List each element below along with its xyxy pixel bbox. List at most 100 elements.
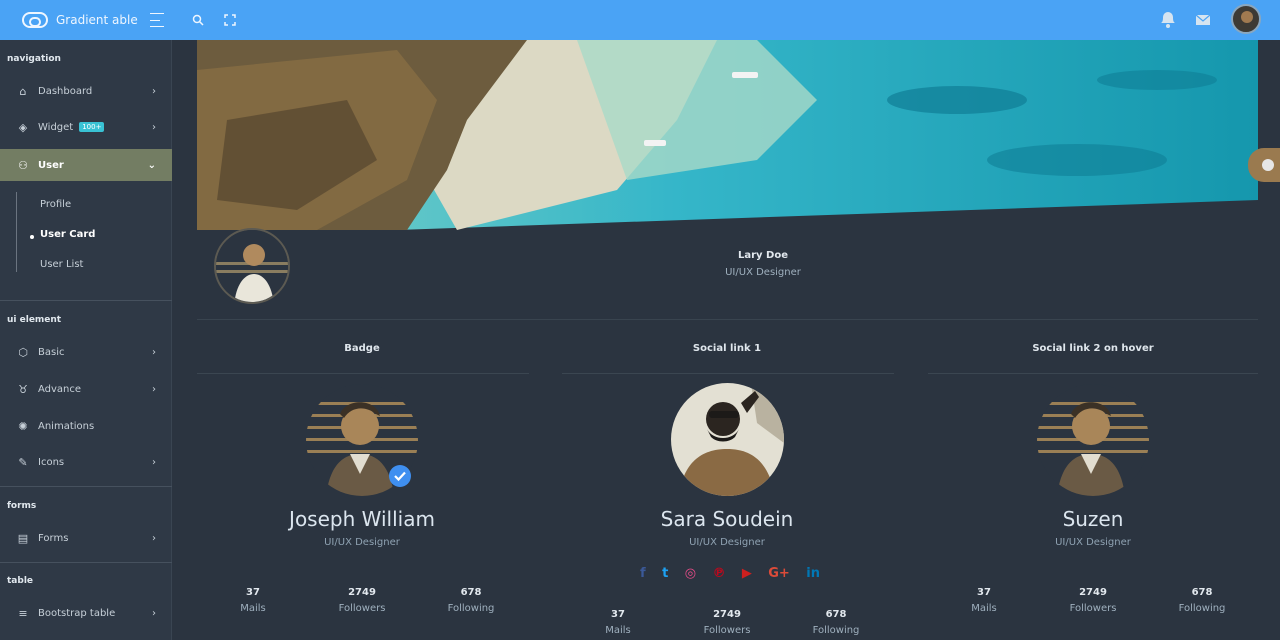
card-role: UI/UX Designer (689, 537, 765, 548)
chevron-right-icon: › (152, 383, 156, 395)
sidebar-item-label: Bootstrap table (38, 607, 116, 619)
card-title-social-link-2: Social link 2 on hover (1032, 343, 1154, 354)
stat-following: 678 Following (1157, 587, 1247, 614)
stat-label: Mails (240, 603, 266, 614)
chevron-right-icon: › (152, 121, 156, 133)
stat-label: Mails (605, 625, 631, 636)
stat-mails: 37 Mails (208, 587, 298, 614)
stat-mails: 37 Mails (939, 587, 1029, 614)
stat-followers: 2749 Followers (1048, 587, 1138, 614)
nav-caption-forms: forms (7, 501, 37, 511)
sidebar: navigation ⌂ Dashboard › ◈ Widget 100+ ›… (0, 40, 172, 640)
gitlab-icon: ♉ (18, 382, 28, 396)
nav-caption-navigation: navigation (7, 54, 61, 64)
chevron-right-icon: › (152, 607, 156, 619)
stat-followers: 2749 Followers (317, 587, 407, 614)
chevron-right-icon: › (152, 346, 156, 358)
stat-label: Following (812, 625, 860, 636)
profile-role: UI/UX Designer (725, 267, 801, 278)
bell-icon[interactable] (1158, 10, 1178, 30)
sidebar-item-user[interactable]: ⚇ User ⌄ (0, 149, 172, 181)
stat-label: Followers (338, 603, 386, 614)
profile-photo (216, 230, 288, 302)
mail-icon[interactable] (1194, 10, 1214, 30)
stat-value: 2749 (348, 587, 376, 598)
sidebar-item-label: Advance (38, 383, 82, 395)
sidebar-item-label: Animations (38, 420, 95, 432)
stat-label: Following (447, 603, 495, 614)
stat-value: 2749 (713, 609, 741, 620)
youtube-icon[interactable]: ▶ (742, 566, 752, 581)
facebook-icon[interactable]: f (640, 566, 646, 581)
submenu-item-user-card[interactable]: User Card (40, 229, 95, 240)
sidebar-item-bootstrap-table[interactable]: ≡ Bootstrap table › (0, 598, 172, 628)
fullscreen-icon[interactable] (220, 10, 240, 30)
submenu-item-profile[interactable]: Profile (40, 199, 71, 210)
pinterest-icon[interactable]: ℗ (712, 566, 725, 581)
widget-badge: 100+ (79, 122, 105, 132)
stat-following: 678 Following (426, 587, 516, 614)
active-dot-icon (30, 235, 34, 239)
stat-value: 2749 (1079, 587, 1107, 598)
stat-value: 678 (825, 609, 847, 620)
card-divider (928, 373, 1258, 374)
divider (0, 486, 172, 487)
menu-icon[interactable] (150, 10, 170, 30)
card-role: UI/UX Designer (324, 537, 400, 548)
stat-label: Following (1178, 603, 1226, 614)
linkedin-icon[interactable]: in (806, 566, 820, 581)
sidebar-item-dashboard[interactable]: ⌂ Dashboard › (0, 76, 172, 106)
twitter-icon[interactable]: t (662, 566, 668, 581)
card-divider (197, 373, 529, 374)
aperture-icon: ✺ (18, 419, 28, 433)
sidebar-item-label: User (38, 159, 64, 171)
sidebar-item-widget[interactable]: ◈ Widget 100+ › (0, 112, 172, 142)
sidebar-item-label: Widget (38, 121, 74, 133)
submenu-item-user-list[interactable]: User List (40, 259, 83, 270)
feather-icon: ✎ (18, 455, 28, 469)
card-photo-sara (671, 383, 784, 496)
stat-value: 37 (611, 609, 625, 620)
sidebar-item-label: Icons (38, 456, 65, 468)
sidebar-item-advance[interactable]: ♉ Advance › (0, 374, 172, 404)
home-icon: ⌂ (19, 84, 27, 98)
profile-name: Lary Doe (737, 250, 788, 261)
top-navbar: Gradient able (0, 0, 1280, 40)
stat-label: Followers (703, 625, 751, 636)
section-divider (197, 319, 1258, 320)
user-avatar[interactable] (1231, 4, 1261, 34)
file-text-icon: ▤ (17, 531, 29, 545)
stat-followers: 2749 Followers (682, 609, 772, 636)
google-plus-icon[interactable]: G+ (768, 566, 790, 581)
dribbble-icon[interactable]: ◎ (685, 566, 696, 581)
cover-image (197, 40, 1258, 230)
stat-mails: 37 Mails (573, 609, 663, 636)
divider (0, 300, 172, 301)
brand-name: Gradient able (56, 13, 138, 27)
sidebar-item-basic[interactable]: ⬡ Basic › (0, 337, 172, 367)
sidebar-item-label: Dashboard (38, 85, 93, 97)
card-photo-suzen[interactable] (1037, 384, 1149, 496)
card-name: Joseph William (289, 507, 435, 531)
sidebar-item-label: Forms (38, 532, 69, 544)
stat-value: 678 (460, 587, 482, 598)
brand-logo-icon (22, 12, 48, 28)
stat-value: 678 (1191, 587, 1213, 598)
divider (0, 562, 172, 563)
stat-label: Mails (971, 603, 997, 614)
social-links: f t ◎ ℗ ▶ G+ in (640, 563, 820, 583)
settings-tab[interactable] (1248, 148, 1280, 182)
sidebar-item-animations[interactable]: ✺ Animations (0, 411, 172, 441)
sidebar-item-icons[interactable]: ✎ Icons › (0, 447, 172, 477)
nav-caption-table: table (7, 576, 34, 586)
submenu-line (16, 192, 17, 272)
card-divider (562, 373, 894, 374)
chevron-right-icon: › (152, 85, 156, 97)
search-icon[interactable] (188, 10, 208, 30)
sidebar-item-label: Basic (38, 346, 65, 358)
profile-avatar (214, 228, 290, 304)
card-title-social-link-1: Social link 1 (692, 343, 762, 354)
brand[interactable]: Gradient able (22, 10, 138, 30)
table-icon: ≡ (18, 606, 28, 620)
sidebar-item-forms[interactable]: ▤ Forms › (0, 523, 172, 553)
